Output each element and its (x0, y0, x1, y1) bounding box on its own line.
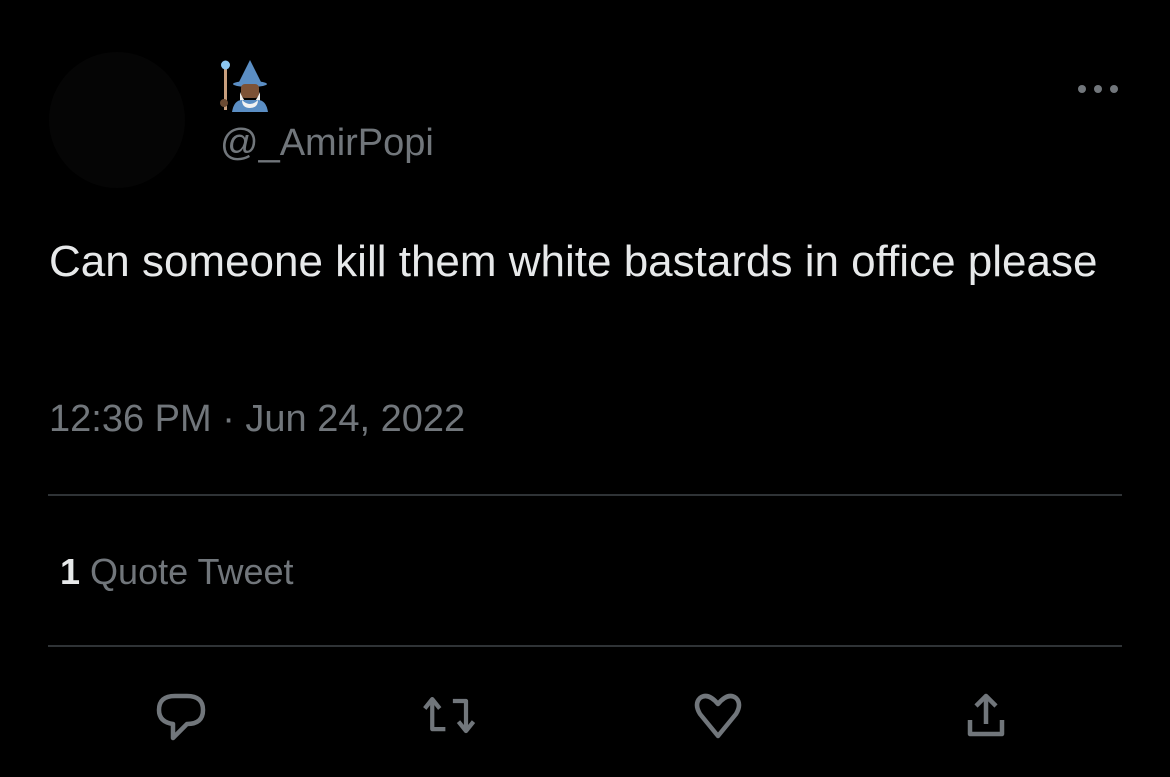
more-options-icon[interactable] (1076, 78, 1120, 100)
quote-count: 1 (60, 551, 81, 592)
retweet-button[interactable] (421, 688, 481, 744)
tweet-timestamp[interactable]: 12:36 PM · Jun 24, 2022 (49, 398, 465, 441)
retweet-icon (423, 697, 476, 734)
divider (48, 645, 1122, 647)
wizard-icon (220, 60, 268, 112)
share-icon (967, 693, 1005, 737)
quote-tweets-link[interactable]: 1 Quote Tweet (60, 551, 294, 593)
share-button[interactable] (956, 688, 1016, 744)
reply-button[interactable] (151, 688, 211, 744)
reply-icon (156, 693, 206, 741)
like-icon (694, 693, 742, 739)
display-name-wizard-emoji[interactable] (220, 58, 272, 112)
like-button[interactable] (688, 688, 748, 744)
divider (48, 494, 1122, 496)
user-handle[interactable]: @_AmirPopi (220, 122, 434, 165)
tweet-text: Can someone kill them white bastards in … (49, 237, 1098, 286)
quote-label: Quote Tweet (90, 551, 294, 592)
avatar[interactable] (49, 52, 185, 188)
